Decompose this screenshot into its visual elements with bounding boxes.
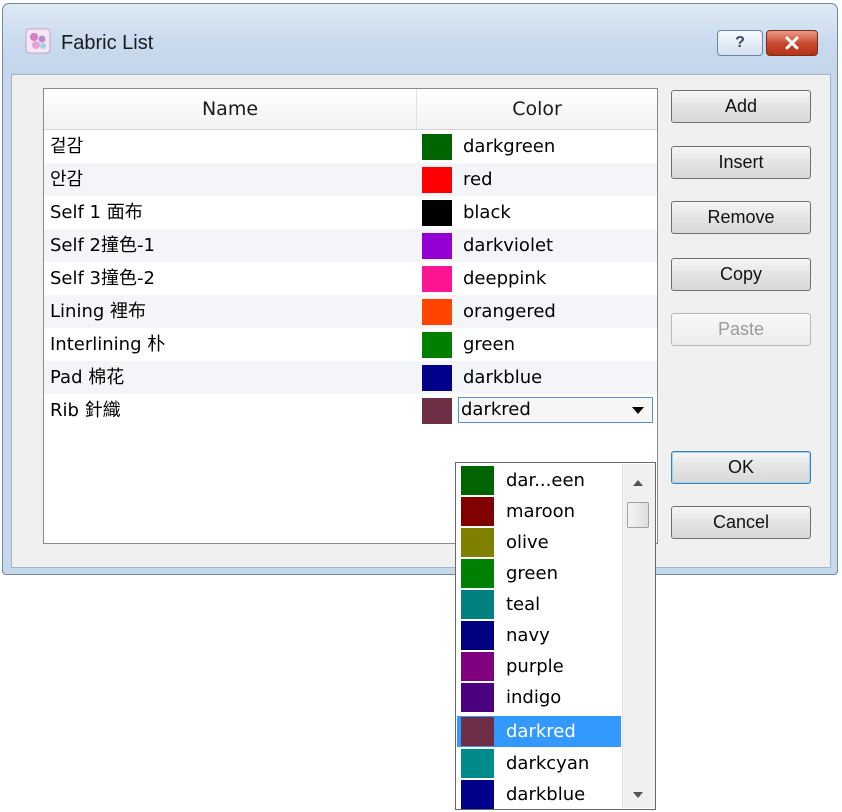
list-item-label: darkblue	[506, 784, 586, 805]
list-item[interactable]: maroon	[457, 496, 619, 527]
color-swatch	[422, 266, 452, 292]
list-item-label: darkcyan	[506, 753, 590, 774]
table-row[interactable]: Interlining 朴 green	[44, 328, 657, 361]
color-name: black	[463, 202, 511, 223]
list-item-label: teal	[506, 594, 541, 615]
list-item-label: indigo	[506, 687, 562, 708]
list-item[interactable]: purple	[457, 651, 619, 682]
close-button[interactable]	[766, 30, 818, 56]
color-swatch	[422, 200, 452, 226]
table-row[interactable]: Self 2撞色-1 darkviolet	[44, 229, 657, 262]
table-row[interactable]: Lining 裡布 orangered	[44, 295, 657, 328]
table-row[interactable]: Self 3撞色-2 deeppink	[44, 262, 657, 295]
list-item[interactable]: navy	[457, 620, 619, 651]
list-item[interactable]: teal	[457, 589, 619, 620]
table-row[interactable]: Rib 針織 darkred	[44, 394, 657, 427]
fabric-name: Self 1 面布	[50, 202, 143, 223]
color-name: darkblue	[463, 367, 543, 388]
color-name: green	[463, 334, 515, 355]
color-swatch	[422, 167, 452, 193]
list-item-label: purple	[506, 656, 564, 677]
scrollbar-thumb[interactable]	[627, 502, 649, 528]
list-item[interactable]: dar...een	[457, 465, 619, 496]
table-row[interactable]: 안감 red	[44, 163, 657, 196]
dialog-content: Name Color 겉감 darkgreen 안감 red Self 1 面布…	[11, 74, 831, 568]
ok-button[interactable]: OK	[671, 451, 811, 484]
color-swatch	[461, 652, 494, 681]
help-button[interactable]: ?	[717, 30, 763, 56]
color-name: deeppink	[463, 268, 547, 289]
color-swatch	[461, 683, 494, 712]
list-item[interactable]: darkcyan	[457, 748, 619, 779]
color-swatch	[422, 332, 452, 358]
color-name: darkgreen	[463, 136, 556, 157]
scroll-down-arrow-icon[interactable]	[633, 792, 643, 798]
color-name: darkviolet	[463, 235, 554, 256]
fabric-name: Self 3撞色-2	[50, 268, 155, 289]
color-swatch	[461, 559, 494, 588]
list-item[interactable]: indigo	[457, 682, 619, 713]
color-swatch	[422, 233, 452, 259]
add-button[interactable]: Add	[671, 90, 811, 123]
color-swatch	[461, 621, 494, 650]
list-item-label: green	[506, 563, 558, 584]
color-swatch	[422, 398, 452, 424]
scroll-up-arrow-icon[interactable]	[633, 480, 643, 486]
column-header-name[interactable]: Name	[44, 89, 417, 129]
cancel-button[interactable]: Cancel	[671, 506, 811, 539]
paste-button[interactable]: Paste	[671, 313, 811, 346]
fabric-name: 겉감	[50, 136, 84, 157]
color-swatch	[461, 717, 494, 746]
fabric-name: Lining 裡布	[50, 301, 146, 322]
fabric-list-dialog: Fabric List ? Name Color 겉감 darkgreen 안감…	[2, 3, 838, 575]
list-item[interactable]: green	[457, 558, 619, 589]
list-item-selected[interactable]: darkred	[457, 716, 621, 747]
color-swatch	[461, 749, 494, 778]
list-item-label: olive	[506, 532, 549, 553]
color-swatch	[461, 590, 494, 619]
list-item-label: dar...een	[506, 470, 585, 491]
dropdown-scrollbar[interactable]	[622, 464, 655, 808]
fabric-name: 안감	[50, 169, 84, 190]
fabric-name: Pad 棉花	[50, 367, 125, 388]
fabric-name: Rib 針織	[50, 400, 121, 421]
color-combobox[interactable]: darkred	[458, 397, 653, 423]
color-swatch	[422, 365, 452, 391]
color-dropdown-list[interactable]: dar...een maroon olive green teal navy p…	[455, 462, 656, 810]
list-item-label: darkred	[506, 721, 576, 742]
close-icon	[785, 36, 799, 50]
window-title: Fabric List	[61, 32, 154, 54]
table-header: Name Color	[44, 89, 657, 130]
list-item[interactable]: olive	[457, 527, 619, 558]
table-row[interactable]: Pad 棉花 darkblue	[44, 361, 657, 394]
color-swatch	[461, 466, 494, 495]
fabric-name: Interlining 朴	[50, 334, 166, 355]
color-name: red	[463, 169, 493, 190]
chevron-down-icon[interactable]	[632, 407, 644, 414]
color-swatch	[461, 497, 494, 526]
color-swatch	[461, 528, 494, 557]
table-row[interactable]: 겉감 darkgreen	[44, 130, 657, 163]
list-item-label: navy	[506, 625, 550, 646]
column-header-color[interactable]: Color	[417, 89, 657, 129]
color-swatch	[422, 134, 452, 160]
list-item[interactable]: darkblue	[457, 779, 619, 809]
remove-button[interactable]: Remove	[671, 201, 811, 234]
table-row[interactable]: Self 1 面布 black	[44, 196, 657, 229]
insert-button[interactable]: Insert	[671, 146, 811, 179]
color-swatch	[422, 299, 452, 325]
copy-button[interactable]: Copy	[671, 258, 811, 291]
color-combobox-value: darkred	[461, 399, 531, 420]
list-item-label: maroon	[506, 501, 576, 522]
fabric-app-icon	[25, 28, 51, 54]
title-bar[interactable]: Fabric List ?	[3, 4, 837, 74]
color-name: orangered	[463, 301, 556, 322]
fabric-name: Self 2撞色-1	[50, 235, 155, 256]
color-swatch	[461, 780, 494, 809]
